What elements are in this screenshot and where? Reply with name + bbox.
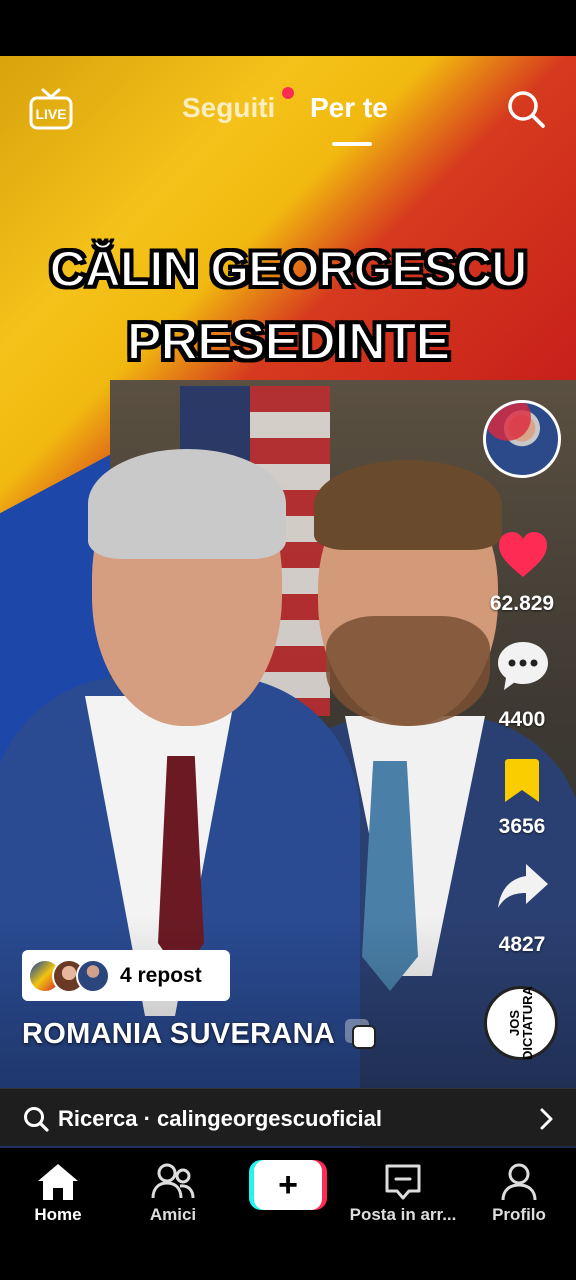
person-left-hair xyxy=(88,449,286,559)
person-right-beard xyxy=(326,616,490,726)
nav-home-label: Home xyxy=(34,1205,82,1224)
person-right-hair xyxy=(314,460,502,550)
inbox-icon xyxy=(385,1164,421,1200)
search-suggestion-bar[interactable]: Ricerca · calingeorgescuoficial xyxy=(0,1088,576,1146)
nav-profile[interactable]: Profilo xyxy=(459,1148,576,1228)
comment-button[interactable] xyxy=(496,640,550,692)
live-label: LIVE xyxy=(35,106,66,122)
repost-pill[interactable]: 4 repost xyxy=(22,950,230,1001)
live-button[interactable]: LIVE xyxy=(28,86,74,132)
video-headline-line-2: PRESEDINTE xyxy=(126,312,451,372)
bottom-navigation: Home Amici + Posta in arr... Profilo xyxy=(0,1148,576,1280)
like-button[interactable] xyxy=(497,531,549,579)
video-caption[interactable]: ROMANIA SUVERANA xyxy=(22,1018,335,1051)
status-bar xyxy=(0,0,576,56)
bookmark-button[interactable] xyxy=(502,758,542,804)
create-video-button[interactable]: + xyxy=(249,1160,327,1210)
like-count: 62.829 xyxy=(489,592,555,615)
nav-friends[interactable]: Amici xyxy=(113,1148,233,1228)
profile-icon xyxy=(501,1163,537,1201)
caption-copy-button[interactable] xyxy=(343,1017,379,1051)
chevron-right-icon xyxy=(540,1108,553,1130)
bookmark-count: 3656 xyxy=(498,815,546,838)
nav-inbox-label: Posta in arr... xyxy=(349,1205,457,1224)
active-tab-indicator xyxy=(332,142,372,146)
search-icon xyxy=(24,1107,49,1132)
plus-icon: + xyxy=(254,1160,322,1210)
friends-icon xyxy=(151,1163,195,1199)
share-button[interactable] xyxy=(496,862,550,910)
live-tv-icon: LIVE xyxy=(29,88,73,130)
comment-bubble-icon xyxy=(498,642,548,690)
tab-following[interactable]: Seguiti xyxy=(182,92,275,124)
share-arrow-icon xyxy=(498,864,548,908)
share-count: 4827 xyxy=(498,933,546,956)
copy-icon xyxy=(345,1019,376,1049)
repost-avatar xyxy=(76,958,110,993)
sound-disc[interactable]: JOS DICTATURA xyxy=(484,986,558,1060)
comment-count: 4400 xyxy=(498,708,546,731)
search-icon xyxy=(508,91,545,128)
heart-icon xyxy=(499,532,547,577)
nav-inbox[interactable]: Posta in arr... xyxy=(342,1148,464,1228)
nav-home[interactable]: Home xyxy=(0,1148,118,1228)
video-headline-line-1: CĂLIN GEORGESCU xyxy=(49,240,529,298)
nav-friends-label: Amici xyxy=(149,1205,197,1224)
following-notification-dot xyxy=(282,87,294,99)
bookmark-icon xyxy=(505,759,539,802)
repost-label: 4 repost xyxy=(120,963,202,987)
creator-avatar[interactable] xyxy=(483,400,561,478)
home-icon xyxy=(38,1164,78,1200)
tab-for-you[interactable]: Per te xyxy=(310,92,388,124)
nav-profile-label: Profilo xyxy=(492,1205,546,1224)
search-button[interactable] xyxy=(505,88,547,130)
search-suggestion-text: Ricerca · calingeorgescuoficial xyxy=(58,1106,383,1131)
sound-disc-label: JOS DICTATURA xyxy=(507,986,535,1060)
